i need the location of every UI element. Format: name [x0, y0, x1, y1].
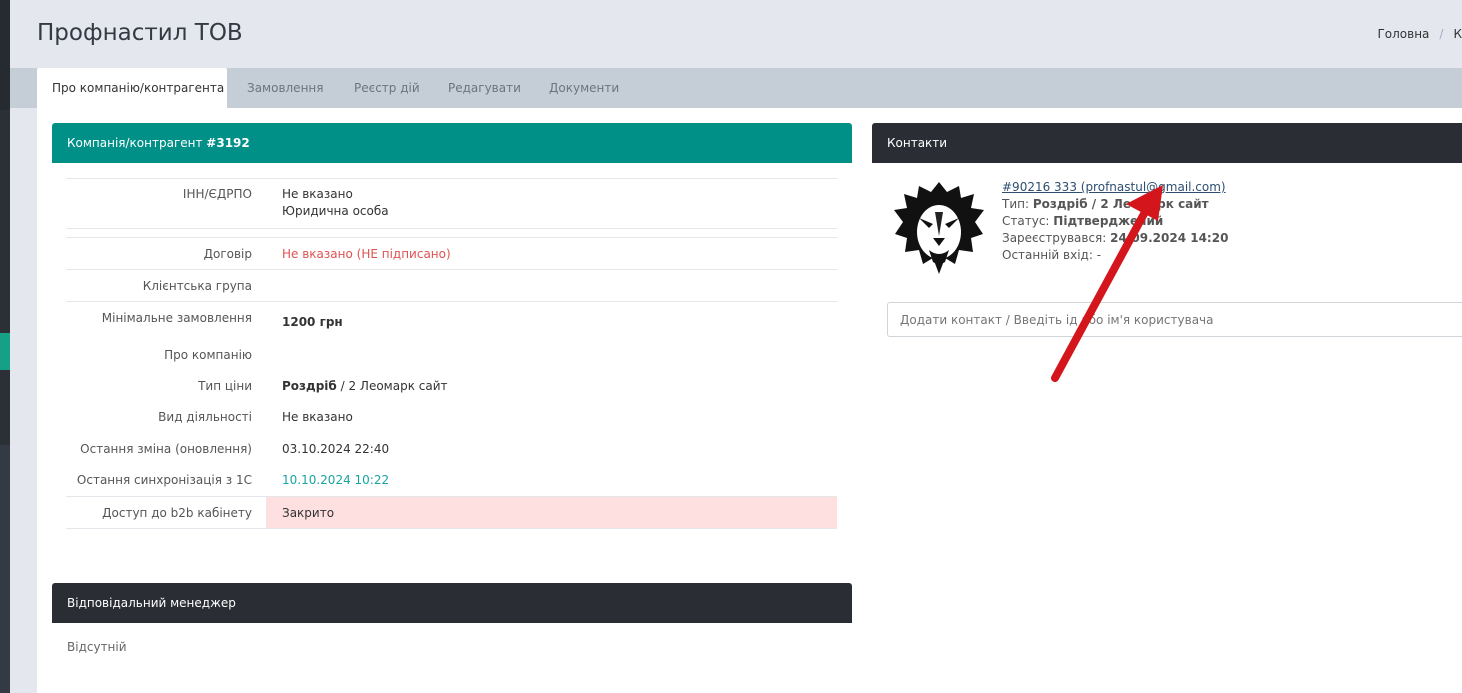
lion-avatar-icon	[894, 182, 984, 274]
sidebar-strip	[0, 0, 10, 693]
inn-value-line2: Юридична особа	[282, 204, 389, 218]
tab-content: Компанія/контрагент #3192 ІНН/ЄДРПО Не в…	[37, 108, 1462, 693]
contact-details: #90216 333 (profnastul@gmail.com) Тип: Р…	[1002, 179, 1352, 264]
tab-action-log[interactable]: Реєстр дій	[354, 68, 420, 108]
contact-registered-label: Зареєструвався:	[1002, 231, 1111, 245]
activity-label: Вид діяльності	[158, 410, 252, 424]
b2b-access-label: Доступ до b2b кабінету	[102, 506, 252, 520]
tab-orders[interactable]: Замовлення	[247, 68, 323, 108]
contact-last-login-label: Останній вхід:	[1002, 248, 1097, 262]
contract-status: Не вказано (НЕ підписано)	[282, 247, 451, 261]
contacts-panel-header: Контакти	[872, 123, 1462, 163]
last-change-value: 03.10.2024 22:40	[282, 442, 390, 456]
company-panel-header: Компанія/контрагент #3192	[52, 123, 852, 163]
table-row: Договір Не вказано (НЕ підписано)	[66, 237, 837, 269]
last-change-label: Остання зміна (оновлення)	[80, 442, 252, 456]
company-info-table: ІНН/ЄДРПО Не вказано Юридична особа Дого…	[66, 178, 837, 529]
breadcrumb: Головна / К	[1377, 27, 1462, 41]
min-order-label: Мінімальне замовлення	[101, 311, 252, 325]
about-label: Про компанію	[164, 348, 252, 362]
main-area: Профнастил ТОВ Головна / К Про компанію/…	[10, 0, 1462, 693]
table-row: Мінімальне замовлення 1200 грн	[66, 301, 837, 341]
contract-label: Договір	[203, 247, 252, 261]
price-type-label: Тип ціни	[198, 379, 252, 393]
inn-label: ІНН/ЄДРПО	[182, 187, 252, 201]
manager-value: Відсутній	[67, 640, 127, 654]
contact-registered-value: 24.09.2024 14:20	[1110, 231, 1229, 245]
contact-link[interactable]: #90216 333 (profnastul@gmail.com)	[1002, 180, 1226, 194]
contact-type-label: Тип:	[1002, 197, 1033, 211]
page-title: Профнастил ТОВ	[37, 20, 243, 46]
table-row-spacer	[66, 228, 837, 237]
last-sync-date: 10.10.2024 10:22	[282, 473, 390, 487]
contact-status-label: Статус:	[1002, 214, 1054, 228]
price-type-main: Роздріб	[282, 379, 337, 393]
sidebar-top-segment	[0, 0, 10, 110]
min-order-value: 1200 грн	[266, 311, 837, 341]
contract-value: Не вказано (НЕ підписано)	[266, 247, 837, 269]
sidebar-active-indicator[interactable]	[0, 333, 10, 370]
contact-type-value: Роздріб / 2 Леомарк сайт	[1032, 197, 1209, 211]
table-row: Клієнтська група	[66, 269, 837, 301]
table-row: Остання зміна (оновлення) 03.10.2024 22:…	[66, 434, 837, 465]
tab-documents[interactable]: Документи	[549, 68, 619, 108]
add-contact-input[interactable]	[887, 302, 1462, 337]
client-group-label: Клієнтська група	[142, 279, 252, 293]
client-group-value	[266, 279, 837, 301]
breadcrumb-current[interactable]: К	[1453, 27, 1462, 41]
table-row: Доступ до b2b кабінету Закрито	[66, 496, 837, 529]
company-panel-title: Компанія/контрагент	[67, 136, 207, 150]
company-id: #3192	[206, 136, 250, 150]
table-row: Тип ціни Роздріб / 2 Леомарк сайт	[66, 372, 837, 403]
tab-about-company[interactable]: Про компанію/контрагента	[37, 68, 227, 108]
table-row: Про компанію	[66, 341, 837, 372]
sidebar-bottom-segment	[0, 445, 10, 693]
breadcrumb-home[interactable]: Головна	[1377, 27, 1429, 41]
price-type-detail: / 2 Леомарк сайт	[336, 379, 448, 393]
about-value	[266, 348, 837, 372]
activity-value: Не вказано	[282, 410, 353, 424]
last-sync-label: Остання синхронізація з 1С	[76, 473, 252, 487]
table-row: ІНН/ЄДРПО Не вказано Юридична особа	[66, 178, 837, 228]
b2b-access-value: Закрито	[266, 497, 837, 528]
breadcrumb-separator: /	[1439, 27, 1444, 41]
last-sync-value: 10.10.2024 10:22	[266, 473, 837, 496]
manager-panel-header: Відповідальний менеджер	[52, 583, 852, 623]
table-row: Вид діяльності Не вказано	[66, 403, 837, 434]
table-row: Остання синхронізація з 1С 10.10.2024 10…	[66, 465, 837, 496]
price-type-value: Роздріб / 2 Леомарк сайт	[266, 379, 837, 403]
tab-edit[interactable]: Редагувати	[448, 68, 521, 108]
contact-last-login-value: -	[1096, 248, 1102, 262]
tab-bar: Про компанію/контрагента Замовлення Реєс…	[10, 68, 1462, 108]
contact-status-value: Підтверджений	[1053, 214, 1164, 228]
inn-value-line1: Не вказано	[282, 187, 353, 201]
min-order-amount: 1200 грн	[282, 315, 343, 329]
inn-value: Не вказано Юридична особа	[266, 187, 837, 228]
page-header: Профнастил ТОВ Головна / К	[10, 0, 1462, 68]
